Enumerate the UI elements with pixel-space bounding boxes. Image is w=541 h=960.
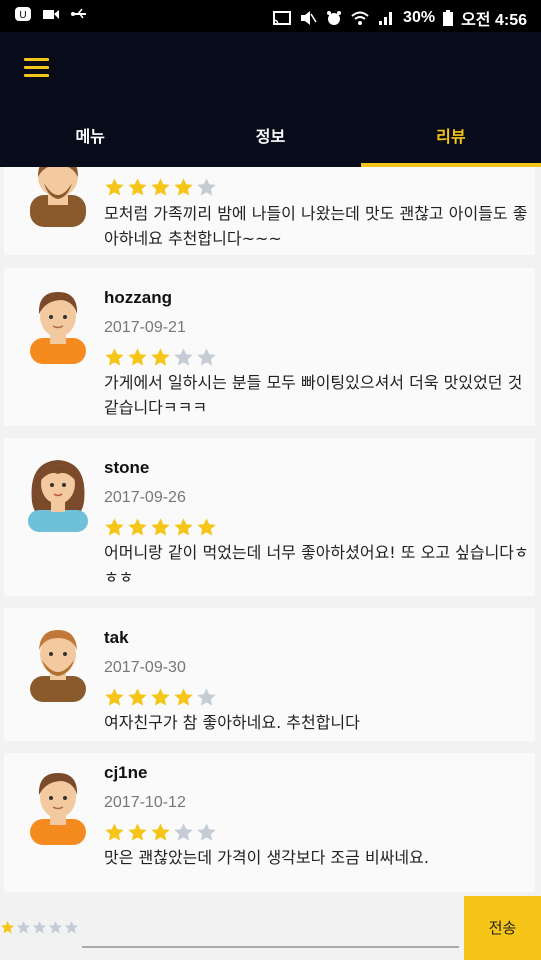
reviewer-name: cj1ne	[104, 763, 148, 782]
star-empty-icon	[64, 920, 79, 934]
rating-stars	[104, 517, 217, 538]
cast-icon	[273, 11, 292, 25]
review-date: 2017-09-21	[104, 319, 186, 336]
video-camera-icon	[43, 10, 59, 19]
rating-picker[interactable]	[0, 920, 79, 935]
signal-icon	[379, 12, 393, 25]
review-date: 2017-09-26	[104, 489, 186, 506]
rating-stars	[104, 687, 217, 708]
star-filled-icon	[128, 823, 147, 841]
rating-stars	[104, 822, 217, 843]
star-filled-icon	[0, 920, 15, 934]
avatar	[30, 292, 86, 364]
review-card: cj1ne 2017-10-12 맛은 괜찮았는데 가격이 생각보다 조금 비싸…	[4, 753, 535, 892]
rating-stars	[104, 177, 217, 198]
star-empty-icon	[32, 920, 47, 934]
star-filled-icon	[105, 823, 124, 841]
star-filled-icon	[128, 688, 147, 706]
star-empty-icon	[197, 823, 216, 841]
star-filled-icon	[174, 518, 193, 536]
star-empty-icon	[197, 688, 216, 706]
star-filled-icon	[128, 518, 147, 536]
review-list[interactable]: 모처럼 가족끼리 밤에 나들이 나왔는데 맛도 괜찮고 아이들도 좋아하네요 추…	[0, 167, 541, 892]
star-filled-icon	[128, 178, 147, 196]
star-empty-icon	[16, 920, 31, 934]
star-filled-icon	[151, 823, 170, 841]
review-card: stone 2017-09-26 어머니랑 같이 먹었는데 너무 좋아하셨어요!…	[4, 438, 535, 596]
rating-stars	[104, 347, 217, 368]
tab-bar: 메뉴 정보 리뷰	[0, 112, 541, 167]
battery-percent: 30%	[403, 9, 436, 26]
reviewer-name: stone	[104, 458, 150, 477]
star-empty-icon	[174, 348, 193, 366]
review-composer: 전송	[0, 892, 541, 960]
review-text: 가게에서 일하시는 분들 모두 빠이팅있으셔서 더욱 맛있었던 것 같습니다ㅋㅋ…	[104, 373, 523, 417]
star-filled-icon	[128, 348, 147, 366]
star-filled-icon	[151, 348, 170, 366]
review-input[interactable]	[82, 916, 463, 948]
avatar	[30, 167, 86, 227]
alarm-icon	[327, 11, 342, 25]
star-empty-icon	[197, 178, 216, 196]
review-card: hozzang 2017-09-21 가게에서 일하시는 분들 모두 빠이팅있으…	[4, 268, 535, 426]
star-filled-icon	[105, 178, 124, 196]
tab-menu[interactable]: 메뉴	[0, 112, 180, 167]
review-date: 2017-09-30	[104, 659, 186, 676]
review-text: 맛은 괜찮았는데 가격이 생각보다 조금 비싸네요.	[104, 848, 429, 867]
svg-text:U: U	[19, 10, 26, 21]
tab-review[interactable]: 리뷰	[360, 112, 541, 167]
star-filled-icon	[151, 178, 170, 196]
app-notification-icon: U	[15, 7, 31, 21]
tab-info[interactable]: 정보	[180, 112, 360, 167]
status-bar: U 30% 오전 4:56	[0, 0, 541, 32]
star-filled-icon	[151, 688, 170, 706]
reviewer-name: tak	[104, 628, 129, 647]
app-header: 메뉴 정보 리뷰	[0, 32, 541, 167]
reviewer-name: hozzang	[104, 288, 172, 307]
star-filled-icon	[105, 348, 124, 366]
star-empty-icon	[197, 348, 216, 366]
mute-icon	[301, 11, 317, 25]
star-filled-icon	[174, 178, 193, 196]
clock: 오전 4:56	[461, 12, 527, 29]
review-card: 모처럼 가족끼리 밤에 나들이 나왔는데 맛도 괜찮고 아이들도 좋아하네요 추…	[4, 167, 535, 255]
input-underline	[82, 946, 459, 948]
menu-icon[interactable]	[24, 58, 49, 78]
star-empty-icon	[48, 920, 63, 934]
avatar	[28, 460, 88, 532]
wifi-icon	[351, 11, 369, 25]
star-filled-icon	[105, 518, 124, 536]
send-button[interactable]: 전송	[464, 896, 541, 960]
avatar	[30, 630, 86, 702]
review-text: 어머니랑 같이 먹었는데 너무 좋아하셨어요! 또 오고 싶습니다ㅎㅎㅎ	[104, 543, 529, 587]
star-filled-icon	[151, 518, 170, 536]
battery-icon	[443, 10, 454, 26]
review-date: 2017-10-12	[104, 794, 186, 811]
star-filled-icon	[105, 688, 124, 706]
review-card: tak 2017-09-30 여자친구가 참 좋아하네요. 추천합니다	[4, 608, 535, 741]
usb-icon	[71, 8, 86, 19]
star-filled-icon	[174, 688, 193, 706]
review-text: 모처럼 가족끼리 밤에 나들이 나왔는데 맛도 괜찮고 아이들도 좋아하네요 추…	[104, 204, 528, 248]
review-text: 여자친구가 참 좋아하네요. 추천합니다	[104, 713, 360, 732]
star-empty-icon	[174, 823, 193, 841]
avatar	[30, 773, 86, 845]
star-filled-icon	[197, 518, 216, 536]
